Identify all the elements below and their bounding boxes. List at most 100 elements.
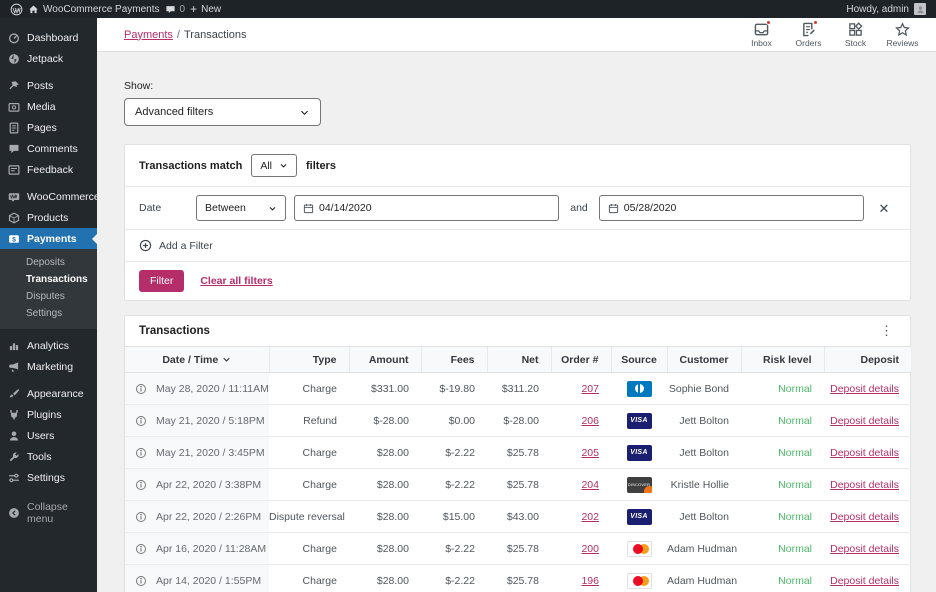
order-link[interactable]: 206	[581, 415, 599, 427]
info-icon[interactable]	[135, 575, 147, 587]
risk-level: Normal	[778, 510, 812, 523]
date-to-input[interactable]	[623, 202, 855, 214]
show-filter-select[interactable]: Advanced filters	[124, 98, 321, 126]
info-icon[interactable]	[135, 447, 147, 459]
sidebar-item-pages[interactable]: Pages	[0, 117, 97, 138]
sidebar-item-feedback[interactable]: Feedback	[0, 159, 97, 180]
add-filter-button[interactable]: Add a Filter	[125, 230, 910, 262]
sidebar-item-settings[interactable]: Settings	[0, 467, 97, 488]
deposit-details-link[interactable]: Deposit details	[830, 511, 899, 523]
sidebar-item-label: Tools	[27, 450, 52, 463]
avatar[interactable]	[914, 3, 926, 15]
risk-level: Normal	[778, 414, 812, 427]
speech-bubble-icon	[9, 144, 19, 153]
comments-menu-item[interactable]: 0	[165, 4, 185, 15]
transaction-date: Apr 22, 2020 / 3:38PM	[156, 478, 262, 491]
comment-bubble-icon	[165, 5, 175, 13]
order-link[interactable]: 202	[581, 511, 599, 523]
sidebar-item-appearance[interactable]: Appearance	[0, 383, 97, 404]
transaction-type: Refund	[269, 404, 349, 437]
brush-icon	[9, 388, 20, 397]
deposit-details-link[interactable]: Deposit details	[830, 575, 899, 587]
filter-actions-row: Filter Clear all filters	[125, 262, 910, 300]
sidebar-item-comments[interactable]: Comments	[0, 138, 97, 159]
filter-button[interactable]: Filter	[139, 270, 185, 292]
info-icon[interactable]	[135, 415, 147, 427]
reviews-button[interactable]: Reviews	[879, 21, 926, 48]
deposit-details-link[interactable]: Deposit details	[830, 543, 899, 555]
deposit-details-link[interactable]: Deposit details	[830, 415, 899, 427]
orders-button[interactable]: Orders	[785, 20, 832, 48]
sidebar-item-marketing[interactable]: Marketing	[0, 356, 97, 377]
clear-all-filters-link[interactable]: Clear all filters	[200, 275, 272, 287]
submenu-item-disputes[interactable]: Disputes	[0, 288, 97, 305]
new-menu-item[interactable]: + New	[190, 3, 222, 15]
transaction-net: $43.00	[487, 500, 551, 533]
sidebar-item-jetpack[interactable]: Jetpack	[0, 48, 97, 69]
transaction-type: Charge	[269, 372, 349, 405]
sidebar-item-payments[interactable]: $ Payments	[0, 228, 97, 249]
transaction-customer: Jett Bolton	[667, 500, 741, 533]
collapse-menu-button[interactable]: Collapse menu	[0, 501, 97, 525]
sidebar-item-woocommerce[interactable]: WooCommerce	[0, 186, 100, 207]
order-link[interactable]: 205	[581, 447, 599, 459]
inbox-button[interactable]: Inbox	[738, 20, 785, 48]
stock-label: Stock	[844, 38, 867, 48]
sidebar-item-label: WooCommerce	[27, 190, 100, 203]
site-name: WooCommerce Payments	[43, 3, 160, 15]
payments-submenu: Deposits Transactions Disputes Settings	[0, 249, 97, 329]
submenu-item-transactions[interactable]: Transactions	[0, 271, 97, 288]
transaction-amount: $28.00	[349, 436, 421, 469]
sidebar-item-users[interactable]: Users	[0, 425, 97, 446]
sidebar-item-label: Marketing	[27, 360, 74, 373]
and-label: and	[570, 202, 588, 214]
site-menu-item[interactable]: WooCommerce Payments	[28, 4, 160, 15]
order-link[interactable]: 204	[581, 479, 599, 491]
order-link[interactable]: 196	[581, 575, 599, 587]
remove-filter-button[interactable]: ✕	[872, 202, 896, 215]
wp-admin-bar: WooCommerce Payments 0 + New Howdy, admi…	[0, 0, 936, 18]
breadcrumb-payments-link[interactable]: Payments	[124, 29, 173, 41]
submenu-item-settings[interactable]: Settings	[0, 305, 97, 322]
add-filter-label: Add a Filter	[159, 239, 213, 252]
info-icon[interactable]	[135, 479, 147, 491]
date-from-input[interactable]	[319, 202, 551, 214]
sidebar-item-products[interactable]: Products	[0, 207, 97, 228]
deposit-details-link[interactable]: Deposit details	[830, 383, 899, 395]
woocommerce-icon	[8, 192, 20, 202]
kebab-menu-icon[interactable]: ⋮	[877, 324, 896, 337]
sidebar-item-plugins[interactable]: Plugins	[0, 404, 97, 425]
card-brand-icon	[626, 444, 652, 461]
submenu-item-deposits[interactable]: Deposits	[0, 254, 97, 271]
transaction-type: Charge	[269, 532, 349, 565]
sidebar-item-posts[interactable]: Posts	[0, 75, 97, 96]
card-brand-icon	[626, 540, 652, 557]
transaction-date: May 21, 2020 / 3:45PM	[156, 446, 265, 459]
info-icon[interactable]	[135, 543, 147, 555]
deposit-details-link[interactable]: Deposit details	[830, 447, 899, 459]
date-rule-select[interactable]: Between	[196, 195, 286, 221]
new-label: New	[201, 3, 222, 15]
column-header-date-time[interactable]: Date / Time	[125, 346, 269, 373]
deposit-details-link[interactable]: Deposit details	[830, 479, 899, 491]
match-select[interactable]: All	[251, 154, 297, 177]
transaction-amount: $28.00	[349, 564, 421, 592]
sidebar-item-tools[interactable]: Tools	[0, 446, 97, 467]
transactions-card: Transactions ⋮ Date / Time Type Amount F…	[124, 315, 911, 592]
info-icon[interactable]	[135, 383, 147, 395]
howdy-label[interactable]: Howdy, admin	[846, 4, 909, 15]
card-brand-icon	[626, 412, 652, 429]
calendar-icon	[303, 203, 314, 213]
wordpress-logo-icon[interactable]	[10, 3, 23, 16]
stock-button[interactable]: Stock	[832, 21, 879, 48]
order-link[interactable]: 207	[581, 383, 599, 395]
sidebar-item-dashboard[interactable]: Dashboard	[0, 27, 97, 48]
info-icon[interactable]	[135, 511, 147, 523]
sidebar-item-media[interactable]: Media	[0, 96, 97, 117]
sidebar-item-analytics[interactable]: Analytics	[0, 335, 97, 356]
sidebar-item-label: Users	[27, 429, 55, 442]
order-link[interactable]: 200	[581, 543, 599, 555]
transaction-net: $-28.00	[487, 404, 551, 437]
sidebar-item-label: Comments	[27, 142, 78, 155]
camera-icon	[8, 102, 20, 112]
